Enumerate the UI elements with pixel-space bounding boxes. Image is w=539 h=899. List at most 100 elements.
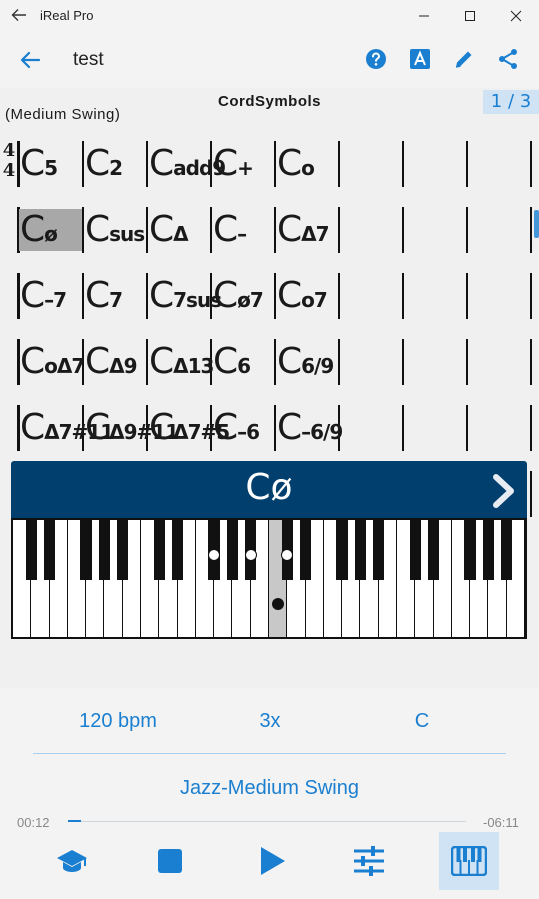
maximize-button[interactable] xyxy=(447,0,493,32)
chord-root: C xyxy=(85,143,110,184)
black-key[interactable] xyxy=(153,520,165,580)
chord-symbol[interactable]: C + xyxy=(213,141,254,187)
piano-icon xyxy=(451,846,487,876)
chord-symbol[interactable]: Cø xyxy=(20,207,58,253)
sliders-icon xyxy=(354,846,384,876)
chord-root: C xyxy=(149,341,174,382)
repeat-count[interactable]: 3x xyxy=(190,710,350,733)
chord-quality: o xyxy=(301,156,315,180)
black-key[interactable] xyxy=(464,520,476,580)
current-chord-name: Cø xyxy=(245,467,293,508)
barline xyxy=(466,273,468,319)
song-title: test xyxy=(73,49,104,70)
black-key[interactable] xyxy=(25,520,37,580)
chord-root: C xyxy=(20,275,45,316)
black-key[interactable] xyxy=(336,520,348,580)
maximize-icon xyxy=(465,11,475,21)
chord-symbol[interactable]: Co xyxy=(277,141,315,187)
edit-button[interactable] xyxy=(451,46,477,72)
barline xyxy=(530,207,532,253)
chord-symbol[interactable]: C2 xyxy=(85,141,123,187)
chord-quality: oΔ7 xyxy=(44,354,85,378)
black-key[interactable] xyxy=(171,520,184,580)
chevron-right-icon[interactable] xyxy=(489,471,519,511)
arrow-left-icon[interactable] xyxy=(10,6,28,24)
piano-toggle-button[interactable] xyxy=(439,832,499,890)
practice-button[interactable] xyxy=(42,832,102,890)
chord-symbol[interactable]: C5 xyxy=(20,141,58,187)
chord-symbol[interactable]: C Δ9 xyxy=(85,339,138,385)
black-key[interactable] xyxy=(299,520,312,580)
piano-keyboard[interactable] xyxy=(11,518,527,639)
barline xyxy=(274,273,276,319)
black-key[interactable] xyxy=(354,520,367,580)
chord-quality: Δ13 xyxy=(173,354,214,378)
chord-symbol[interactable]: C – xyxy=(213,207,247,253)
black-key[interactable] xyxy=(373,520,385,580)
time-signature-top: 4 xyxy=(2,140,16,161)
chord-root: C xyxy=(85,407,110,448)
play-button[interactable] xyxy=(242,832,302,890)
black-key[interactable] xyxy=(482,520,495,580)
help-button[interactable] xyxy=(363,46,389,72)
elapsed-time: 00:12 xyxy=(17,815,50,830)
chord-symbol[interactable]: C 7sus xyxy=(149,273,222,319)
minimize-icon xyxy=(419,15,429,17)
chord-symbol[interactable]: C7 xyxy=(85,273,123,319)
chord-symbol[interactable]: C –6/9 xyxy=(277,405,343,451)
black-key[interactable] xyxy=(427,520,440,580)
scroll-indicator xyxy=(534,210,539,238)
black-key[interactable] xyxy=(501,520,513,580)
chord-symbol[interactable]: Csus xyxy=(85,207,145,253)
chord-quality: – xyxy=(237,222,247,246)
chord-symbol[interactable]: C Δ7 xyxy=(277,207,330,253)
pencil-icon xyxy=(455,51,472,68)
black-key[interactable] xyxy=(117,520,129,580)
time-signature: 4 4 xyxy=(1,141,17,181)
barline xyxy=(530,339,532,385)
chord-root: C xyxy=(149,407,174,448)
mixer-button[interactable] xyxy=(339,832,399,890)
black-key[interactable] xyxy=(80,520,92,580)
chord-symbol[interactable]: CoΔ7 xyxy=(20,339,85,385)
chord-root: C xyxy=(213,143,238,184)
arrow-left-icon[interactable] xyxy=(18,48,42,72)
chord-symbol[interactable]: C –6 xyxy=(213,405,260,451)
stop-button[interactable] xyxy=(140,832,200,890)
barline xyxy=(338,207,340,253)
black-key[interactable] xyxy=(409,520,421,580)
chord-symbol[interactable]: C 6/9 xyxy=(277,339,334,385)
barline xyxy=(530,471,532,517)
chord-symbol[interactable]: C Δ13 xyxy=(149,339,214,385)
chord-symbol[interactable]: C6 xyxy=(213,339,251,385)
chord-quality: ø xyxy=(44,222,58,246)
chord-quality: 7 xyxy=(109,288,123,312)
style-selector[interactable]: Jazz-Medium Swing xyxy=(0,777,539,800)
barline xyxy=(530,141,532,187)
style-label: (Medium Swing) xyxy=(5,106,121,123)
chord-quality: + xyxy=(237,156,254,180)
barline xyxy=(146,207,148,253)
black-key[interactable] xyxy=(226,520,239,580)
barline xyxy=(338,339,340,385)
tempo-value[interactable]: 120 bpm xyxy=(38,710,198,733)
page-indicator[interactable]: 1 / 3 xyxy=(483,90,539,114)
barline xyxy=(530,273,532,319)
chord-quality: sus xyxy=(109,222,145,246)
chord-symbol[interactable]: C –7 xyxy=(20,273,67,319)
close-button[interactable] xyxy=(493,0,539,32)
black-key[interactable] xyxy=(98,520,111,580)
chord-root: C xyxy=(213,209,238,250)
key-value[interactable]: C xyxy=(342,710,502,733)
chord-symbol[interactable]: Cø7 xyxy=(213,273,264,319)
share-button[interactable] xyxy=(495,46,521,72)
chord-quality: ø7 xyxy=(237,288,264,312)
minimize-button[interactable] xyxy=(401,0,447,32)
chord-symbol[interactable]: CΔ xyxy=(149,207,189,253)
black-key[interactable] xyxy=(43,520,56,580)
font-button[interactable] xyxy=(407,46,433,72)
chord-symbol[interactable]: Co7 xyxy=(277,273,328,319)
barline xyxy=(274,405,276,451)
chord-root: C xyxy=(213,407,238,448)
progress-bar[interactable] xyxy=(68,820,466,822)
